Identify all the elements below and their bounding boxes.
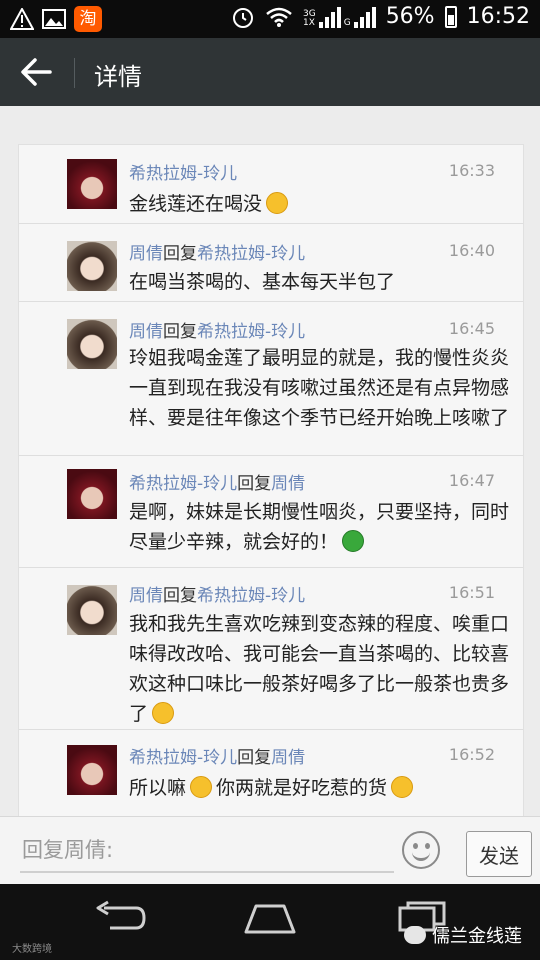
taobao-icon: 淘 bbox=[74, 6, 102, 32]
status-bar: 淘 3G 1X G 56% 16:52 bbox=[0, 0, 540, 38]
brand-text: 儒兰金线莲 bbox=[432, 926, 522, 947]
comment-thread[interactable]: 希热拉姆-玲儿 16:33 金线莲还在喝没 周倩回复希热拉姆-玲儿 16:40 … bbox=[0, 106, 540, 816]
reply-label: 回复 bbox=[163, 586, 197, 606]
battery-percent: 56% bbox=[385, 4, 435, 29]
sender-name[interactable]: 希热拉姆-玲儿 bbox=[129, 164, 237, 184]
reply-label: 回复 bbox=[237, 474, 272, 494]
warning-icon bbox=[10, 8, 34, 30]
reply-input[interactable] bbox=[20, 829, 394, 873]
clock: 16:52 bbox=[466, 4, 530, 29]
grinning-emoji-icon bbox=[152, 702, 175, 724]
sunglasses-emoji-icon bbox=[190, 776, 213, 798]
message-time: 16:51 bbox=[448, 583, 495, 602]
avatar[interactable] bbox=[67, 319, 117, 369]
system-nav-bar: 大数跨境 儒兰金线莲 bbox=[0, 884, 540, 960]
frog-emoji-icon bbox=[342, 530, 365, 552]
wechat-icon bbox=[404, 926, 426, 944]
sender-name[interactable]: 周倩 bbox=[129, 244, 163, 264]
list-item[interactable]: 希热拉姆-玲儿回复周倩 16:52 所以嘛 你两就是好吃惹的货 bbox=[19, 729, 523, 816]
list-item[interactable]: 希热拉姆-玲儿回复周倩 16:47 是啊，妹妹是长期慢性咽炎，只要坚持，同时尽量… bbox=[19, 455, 523, 568]
message-time: 16:40 bbox=[448, 241, 495, 260]
page-title: 详情 bbox=[94, 63, 142, 91]
reply-bar: 发送 bbox=[0, 816, 540, 885]
message-text-continued: 你两就是好吃惹的货 bbox=[216, 777, 388, 799]
wifi-icon bbox=[266, 7, 292, 27]
avatar[interactable] bbox=[67, 585, 117, 635]
message-text: 在喝当茶喝的、基本每天半包了 bbox=[129, 271, 396, 293]
grinning-emoji-icon bbox=[391, 776, 414, 798]
sender-name[interactable]: 希热拉姆-玲儿 bbox=[129, 474, 237, 494]
laughing-emoji-icon bbox=[266, 192, 289, 214]
message-time: 16:47 bbox=[448, 471, 495, 490]
emoji-picker-icon[interactable] bbox=[402, 831, 440, 869]
list-item[interactable]: 希热拉姆-玲儿 16:33 金线莲还在喝没 bbox=[19, 145, 523, 224]
source-logo: 大数跨境 bbox=[12, 940, 52, 955]
list-item[interactable]: 周倩回复希热拉姆-玲儿 16:51 我和我先生喜欢吃辣到变态辣的程度、唉重口味得… bbox=[19, 567, 523, 730]
list-item[interactable]: 周倩回复希热拉姆-玲儿 16:45 玲姐我喝金莲了最明显的就是，我的慢性炎炎一直… bbox=[19, 301, 523, 456]
reply-label: 回复 bbox=[237, 748, 272, 768]
reply-label: 回复 bbox=[163, 244, 197, 264]
message-text: 所以嘛 bbox=[129, 777, 187, 799]
recipient-name[interactable]: 希热拉姆-玲儿 bbox=[197, 244, 305, 264]
comment-card: 希热拉姆-玲儿 16:33 金线莲还在喝没 周倩回复希热拉姆-玲儿 16:40 … bbox=[18, 144, 524, 816]
source-logo-text: 大数跨境 bbox=[12, 944, 52, 955]
recipient-name[interactable]: 周倩 bbox=[271, 748, 305, 768]
nav-back-icon[interactable] bbox=[92, 900, 148, 936]
message-text: 是啊，妹妹是长期慢性咽炎，只要坚持，同时尽量少辛辣，就会好的！ bbox=[129, 501, 510, 553]
avatar[interactable] bbox=[67, 745, 117, 795]
message-time: 16:52 bbox=[448, 745, 495, 764]
reply-label: 回复 bbox=[163, 322, 197, 342]
nav-home-icon[interactable] bbox=[242, 902, 298, 936]
avatar[interactable] bbox=[67, 159, 117, 209]
message-time: 16:45 bbox=[448, 319, 495, 338]
recipient-name[interactable]: 周倩 bbox=[271, 474, 305, 494]
battery-icon bbox=[444, 5, 457, 28]
avatar[interactable] bbox=[67, 469, 117, 519]
signal-icon bbox=[318, 6, 341, 28]
avatar[interactable] bbox=[67, 241, 117, 291]
sender-name[interactable]: 希热拉姆-玲儿 bbox=[129, 748, 237, 768]
sender-name[interactable]: 周倩 bbox=[129, 322, 163, 342]
message-text: 金线莲还在喝没 bbox=[129, 193, 263, 215]
network-1x-label: 1X bbox=[303, 17, 315, 28]
image-icon bbox=[42, 9, 66, 29]
message-text: 我和我先生喜欢吃辣到变态辣的程度、唉重口味得改改哈、我可能会一直当茶喝的、比较喜… bbox=[129, 613, 510, 725]
message-time: 16:33 bbox=[448, 161, 495, 180]
recipient-name[interactable]: 希热拉姆-玲儿 bbox=[197, 322, 305, 342]
brand-label: 儒兰金线莲 bbox=[404, 922, 522, 948]
alarm-icon bbox=[233, 7, 253, 28]
sender-name[interactable]: 周倩 bbox=[129, 586, 163, 606]
recipient-name[interactable]: 希热拉姆-玲儿 bbox=[197, 586, 305, 606]
send-button[interactable]: 发送 bbox=[466, 831, 532, 877]
message-text: 玲姐我喝金莲了最明显的就是，我的慢性炎炎一直到现在我没有咳嗽过虽然还是有点异物感… bbox=[129, 347, 510, 429]
header-divider bbox=[74, 58, 75, 88]
signal-icon-2 bbox=[353, 6, 376, 28]
network-g-label: G bbox=[343, 17, 351, 28]
list-item[interactable]: 周倩回复希热拉姆-玲儿 16:40 在喝当茶喝的、基本每天半包了 bbox=[19, 223, 523, 302]
app-header: 详情 bbox=[0, 38, 540, 106]
back-arrow-icon[interactable] bbox=[20, 56, 54, 88]
